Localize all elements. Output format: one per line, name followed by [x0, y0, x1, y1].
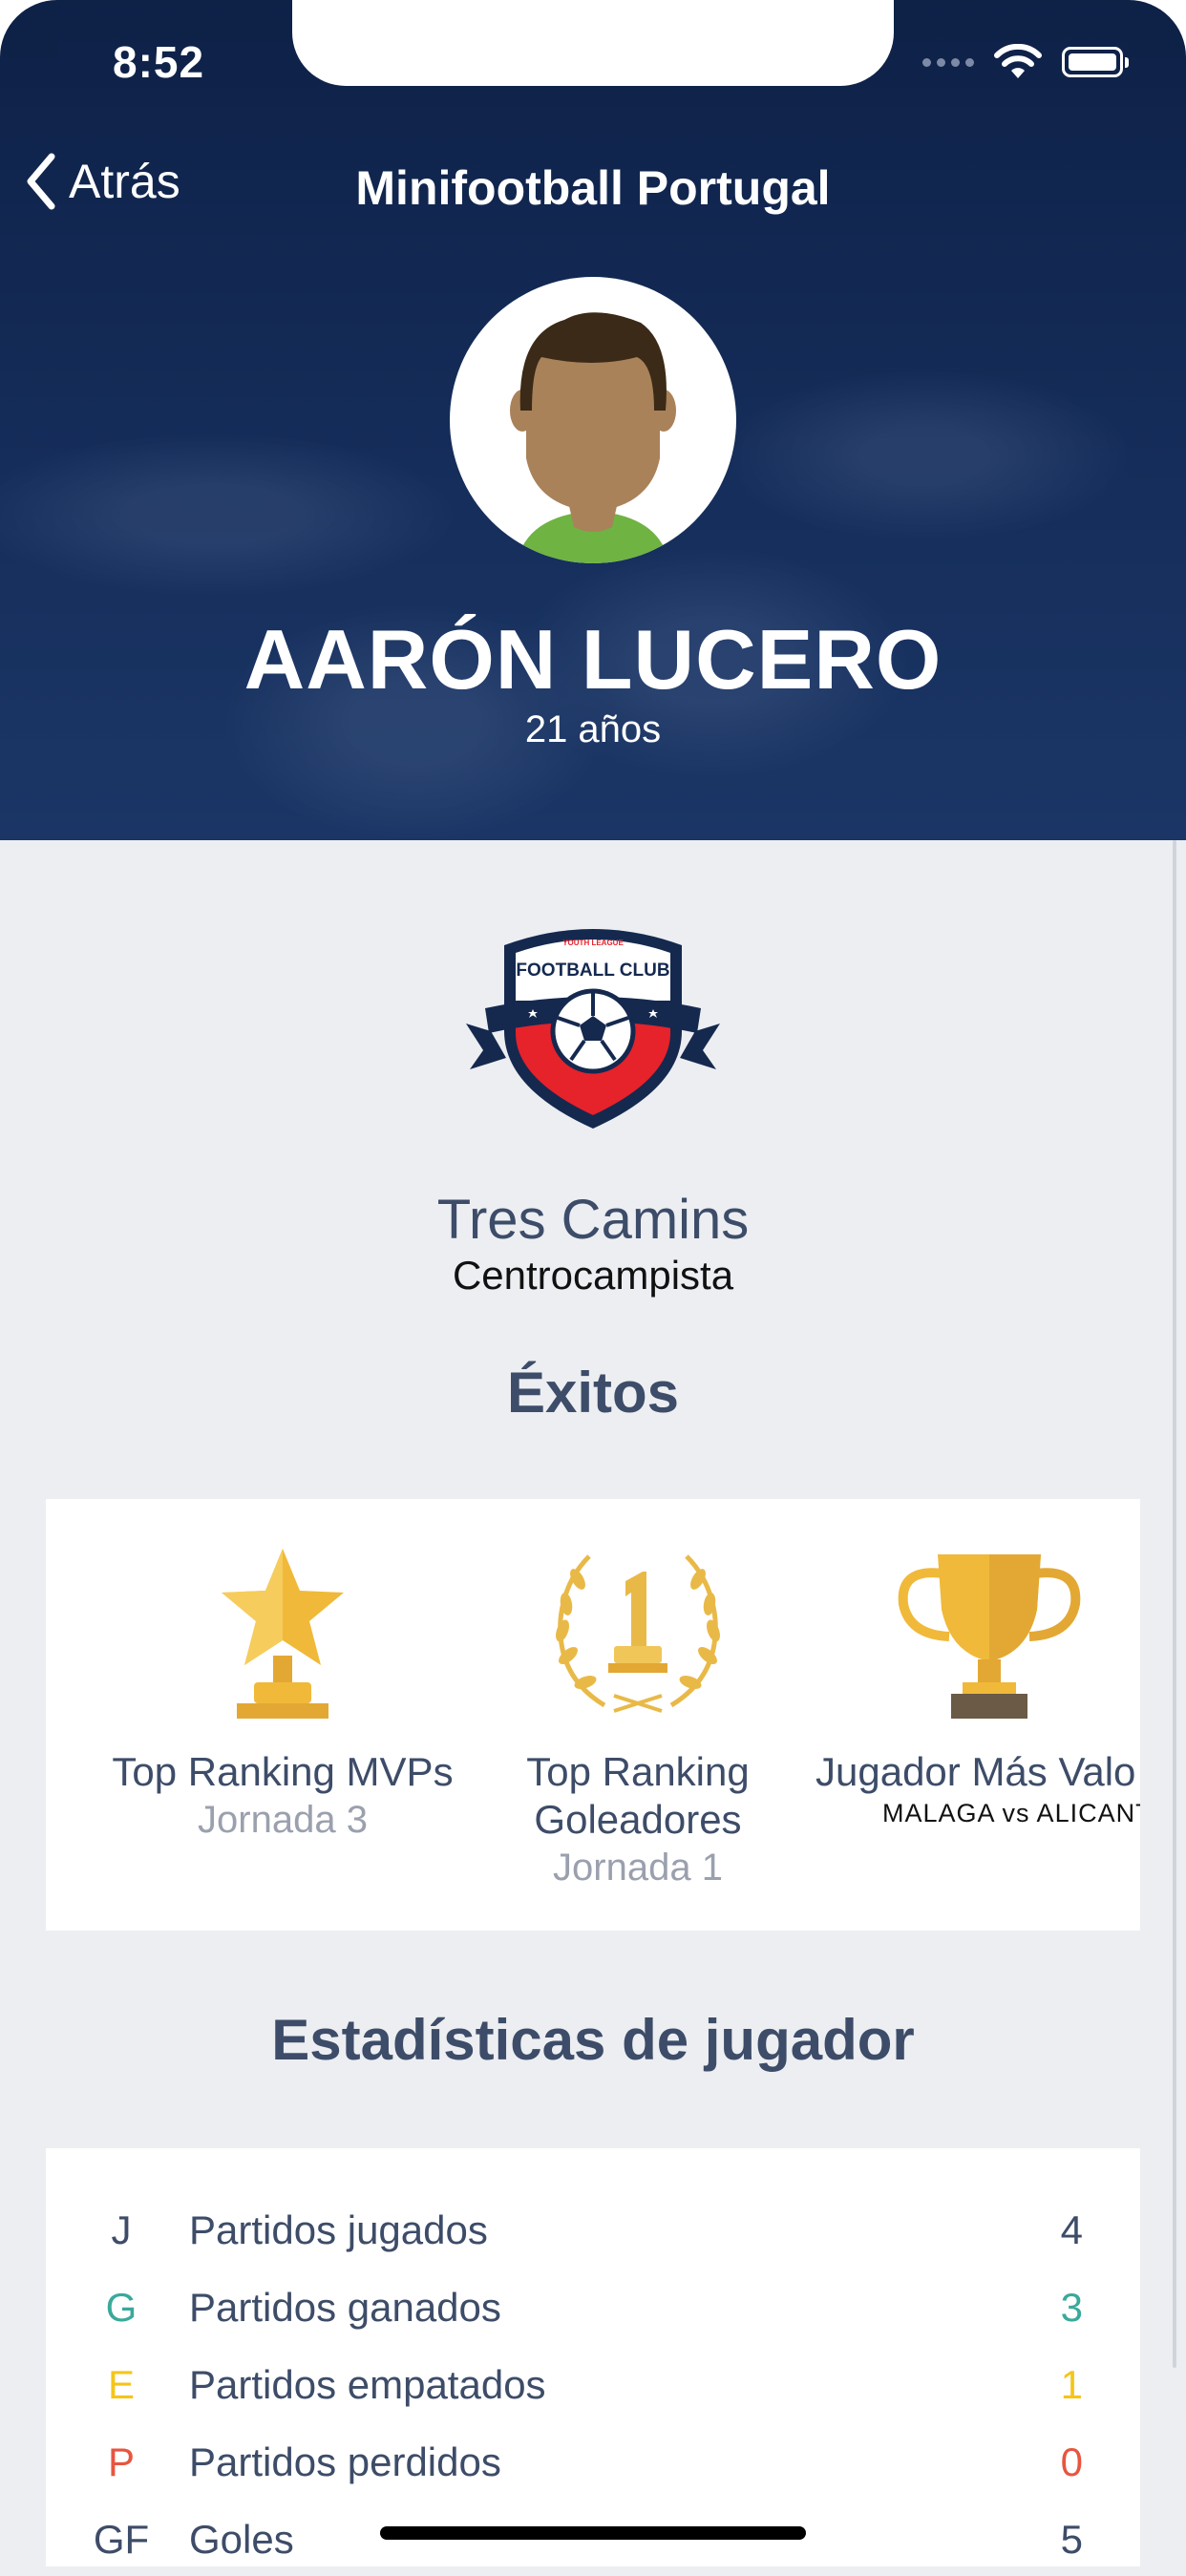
status-icons	[922, 44, 1129, 80]
stat-row-won: G Partidos ganados 3	[46, 2268, 1140, 2344]
crest-top-text: YOUTH LEAGUE	[562, 939, 624, 947]
page-title: Minifootball Portugal	[355, 161, 831, 215]
stats-title: Estadísticas de jugador	[271, 2008, 915, 2072]
achievements-title: Éxitos	[506, 1361, 680, 1425]
stat-code: E	[107, 2362, 135, 2407]
stat-label: Partidos ganados	[189, 2285, 501, 2330]
achievement-label: Top Ranking	[526, 1749, 750, 1794]
stat-row-drawn: E Partidos empatados 1	[46, 2345, 1140, 2421]
player-position: Centrocampista	[452, 1253, 734, 1298]
stat-label: Partidos jugados	[189, 2207, 488, 2252]
stat-value: 0	[1060, 2439, 1083, 2484]
wifi-icon	[994, 44, 1042, 78]
stat-label: Partidos perdidos	[189, 2439, 501, 2484]
scrollbar[interactable]	[1173, 840, 1176, 2368]
star-trophy-icon	[222, 1549, 344, 1719]
stat-code: G	[105, 2285, 138, 2330]
achievement-sub: Jornada 1	[553, 1847, 723, 1889]
team-name: Tres Camins	[436, 1189, 750, 1251]
stat-value: 3	[1060, 2285, 1083, 2330]
achievement-item[interactable]: Top Ranking MVPs Jornada 3	[101, 1499, 464, 1844]
cellular-signal-icon	[922, 57, 974, 67]
player-age: 21 años	[524, 708, 662, 750]
status-time: 8:52	[113, 37, 205, 87]
stat-row-lost: P Partidos perdidos 0	[46, 2422, 1140, 2499]
stat-code: J	[111, 2207, 132, 2252]
stats-table: J Partidos jugados 4 G Partidos ganados …	[46, 2148, 1140, 2566]
achievements-carousel[interactable]: Top Ranking MVPs Jornada 3 Top Ranking G…	[46, 1499, 1140, 1931]
stat-label: Goles	[189, 2517, 294, 2562]
achievement-label: Jugador Más Valo	[815, 1749, 1136, 1794]
stat-code: P	[107, 2439, 135, 2484]
crest-text: FOOTBALL CLUB	[516, 961, 669, 981]
battery-icon	[1062, 47, 1129, 77]
stat-value: 1	[1060, 2362, 1083, 2407]
screen-notch	[292, 0, 894, 86]
achievement-item[interactable]: Top Ranking Goleadores Jornada 1	[456, 1499, 819, 1891]
stat-value: 4	[1060, 2207, 1083, 2252]
stat-label: Partidos empatados	[189, 2362, 546, 2407]
player-avatar-icon	[510, 312, 676, 563]
achievement-label: Top Ranking MVPs	[112, 1749, 454, 1794]
player-name: AARÓN LUCERO	[244, 612, 942, 707]
laurel-number-one-icon	[556, 1554, 720, 1713]
achievement-match: MALAGA vs ALICANT	[882, 1799, 1140, 1827]
cup-trophy-icon	[898, 1554, 1081, 1719]
stat-row-played: J Partidos jugados 4	[46, 2190, 1140, 2267]
achievement-label-line2: Goleadores	[534, 1797, 742, 1842]
home-indicator[interactable]	[380, 2526, 806, 2540]
team-crest-logo: YOUTH LEAGUE FOOTBALL CLUB	[466, 929, 720, 1129]
achievement-sub: Jornada 3	[198, 1799, 368, 1841]
achievement-item[interactable]: Jugador Más Valo MALAGA vs ALICANT	[808, 1499, 1140, 1830]
player-avatar	[450, 277, 736, 563]
stat-code: GF	[93, 2517, 150, 2562]
stat-value: 5	[1060, 2517, 1083, 2562]
